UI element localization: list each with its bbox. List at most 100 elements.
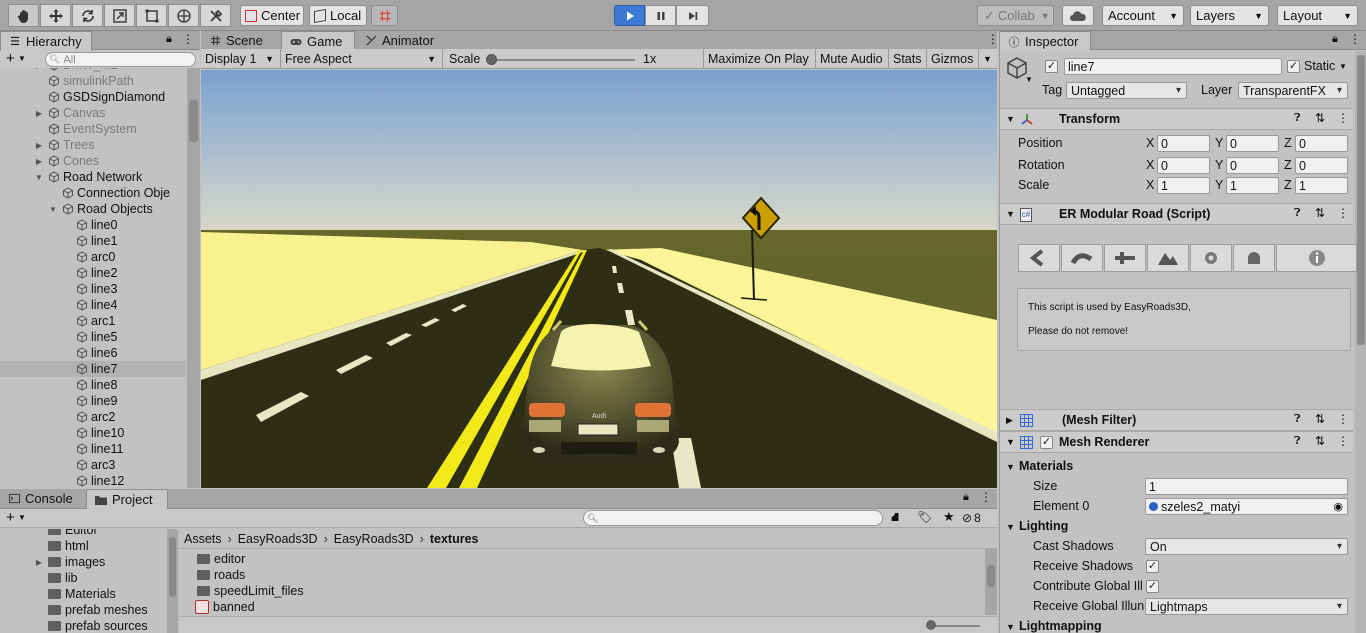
lock-icon[interactable]: 🔒︎ (963, 491, 969, 504)
layers-dropdown[interactable]: Layers ▼ (1190, 5, 1269, 26)
preset-sliders-icon[interactable]: ⇅ (1315, 434, 1325, 448)
lock-icon[interactable]: 🔒︎ (166, 33, 172, 46)
hierarchy-item[interactable]: line5 (0, 329, 186, 345)
project-file-item[interactable]: editor (197, 551, 245, 567)
game-viewport[interactable]: Audi (201, 70, 997, 488)
project-folder-item[interactable]: prefab meshes (48, 602, 148, 618)
scale-slider-thumb[interactable] (486, 54, 497, 65)
hierarchy-item[interactable]: line9 (0, 393, 186, 409)
project-folder-item[interactable]: ▶ images (36, 554, 105, 570)
hierarchy-item[interactable]: line3 (0, 281, 186, 297)
pause-button[interactable] (645, 5, 676, 26)
inspector-scrollbar[interactable] (1355, 51, 1366, 633)
position-x-field[interactable]: 0 (1157, 135, 1210, 152)
active-checkbox[interactable]: ✓ (1045, 60, 1058, 73)
tab-project[interactable]: Project (86, 489, 168, 509)
receive-gi-dropdown[interactable]: Lightmaps (1145, 598, 1348, 615)
add-icon[interactable]: + (6, 509, 15, 526)
kebab-menu-icon[interactable]: ⋮ (987, 32, 999, 46)
breadcrumb-item[interactable]: Assets (184, 532, 222, 546)
hierarchy-item[interactable]: line11 (0, 441, 186, 457)
lightmapping-foldout[interactable]: Lightmapping (1019, 619, 1102, 633)
stats-toggle[interactable]: Stats (889, 49, 927, 69)
hierarchy-item[interactable]: line4 (0, 297, 186, 313)
chevron-down-icon[interactable]: ▼ (34, 173, 44, 182)
project-search-input[interactable]: 🔍︎ (583, 510, 883, 526)
hierarchy-item[interactable]: line10 (0, 425, 186, 441)
scale-tool-icon[interactable] (104, 4, 135, 27)
chevron-down-icon[interactable]: ▼ (1339, 62, 1347, 71)
materials-foldout[interactable]: Materials (1019, 459, 1073, 473)
preset-sliders-icon[interactable]: ⇅ (1315, 206, 1325, 220)
hierarchy-item[interactable]: ▼ Road Objects (0, 201, 186, 217)
chevron-right-icon[interactable]: ▶ (34, 141, 44, 150)
rotate-tool-icon[interactable] (72, 4, 103, 27)
er-tool-build-button[interactable] (1233, 244, 1275, 272)
hierarchy-item[interactable]: arc3 (0, 457, 186, 473)
hierarchy-item[interactable]: GSDSignDiamond (0, 89, 186, 105)
project-file-item[interactable]: roads (197, 567, 245, 583)
chevron-right-icon[interactable]: ▶ (34, 558, 44, 567)
favorite-star-icon[interactable]: ★ (943, 509, 955, 525)
hierarchy-search-input[interactable]: 🔍︎ All (45, 52, 196, 67)
project-tree-scrollbar[interactable] (167, 529, 178, 633)
hierarchy-item[interactable]: Connection Obje (0, 185, 186, 201)
layout-dropdown[interactable]: Layout ▼ (1277, 5, 1358, 26)
scrollbar-thumb[interactable] (987, 565, 995, 587)
scale-z-field[interactable]: 1 (1295, 177, 1348, 194)
chevron-down-icon[interactable]: ▼ (1006, 462, 1015, 472)
icon-size-slider-thumb[interactable] (926, 620, 936, 630)
project-file-item[interactable]: speedLimit_files (197, 583, 304, 599)
project-folder-item[interactable]: prefab sources (48, 618, 148, 633)
help-icon[interactable]: ❓︎ (1294, 413, 1301, 426)
move-tool-icon[interactable] (40, 4, 71, 27)
layer-dropdown[interactable]: TransparentFX (1238, 82, 1348, 99)
lighting-foldout[interactable]: Lighting (1019, 519, 1068, 533)
cast-shadows-dropdown[interactable]: On (1145, 538, 1348, 555)
scrollbar-thumb[interactable] (189, 100, 198, 142)
hierarchy-item[interactable]: line0 (0, 217, 186, 233)
object-name-field[interactable]: line7 (1064, 58, 1282, 75)
er-tool-select-button[interactable] (1018, 244, 1060, 272)
filter-type-icon[interactable]: ⛘︎ (891, 510, 899, 526)
breadcrumb-item[interactable]: textures (430, 532, 479, 546)
snap-grid-icon[interactable] (371, 5, 398, 26)
icon-size-slider-track[interactable] (930, 625, 980, 627)
static-checkbox[interactable]: ✓ (1287, 60, 1300, 73)
lock-icon[interactable]: 🔒︎ (1332, 33, 1338, 46)
hierarchy-item[interactable]: line8 (0, 377, 186, 393)
er-tool-connection-button[interactable] (1104, 244, 1146, 272)
object-picker-icon[interactable]: ◉ (1333, 500, 1343, 513)
step-button[interactable] (676, 5, 709, 26)
mute-audio-toggle[interactable]: Mute Audio (816, 49, 889, 69)
breadcrumb-item[interactable]: EasyRoads3D (334, 532, 414, 546)
project-folder-item[interactable]: Materials (48, 586, 116, 602)
hand-tool-icon[interactable] (8, 4, 39, 27)
kebab-menu-icon[interactable]: ⋮ (980, 490, 992, 504)
preset-sliders-icon[interactable]: ⇅ (1315, 111, 1325, 125)
hierarchy-item[interactable]: line1 (0, 233, 186, 249)
cloud-button[interactable] (1062, 5, 1094, 26)
element0-object-field[interactable]: szeles2_matyi ◉ (1145, 498, 1348, 515)
display-dropdown[interactable]: Display 1 ▼ (201, 49, 281, 69)
hierarchy-item[interactable]: EventSystem (0, 121, 186, 137)
pivot-local-button[interactable]: Local (309, 5, 367, 26)
chevron-down-icon[interactable]: ▼ (48, 205, 58, 214)
hierarchy-item[interactable]: ▶ Trees (0, 137, 186, 153)
project-files-scrollbar[interactable] (985, 549, 997, 615)
position-z-field[interactable]: 0 (1295, 135, 1348, 152)
scale-slider-track[interactable] (487, 59, 635, 61)
help-icon[interactable]: ❓︎ (1294, 207, 1301, 220)
aspect-dropdown[interactable]: Free Aspect ▼ (281, 49, 443, 69)
hierarchy-item[interactable]: simulinkPath (0, 73, 186, 89)
tab-hierarchy[interactable]: ☰ Hierarchy (0, 31, 92, 51)
er-tool-settings-button[interactable] (1190, 244, 1232, 272)
er-tool-terrain-button[interactable] (1147, 244, 1189, 272)
transform-header[interactable]: ▼ Transform ❓︎ ⇅ ⋮ (1000, 108, 1353, 130)
pivot-center-button[interactable]: Center (240, 5, 304, 26)
hidden-packages-toggle[interactable]: ⊘︎ 8 (962, 509, 994, 527)
tag-dropdown[interactable]: Untagged (1066, 82, 1187, 99)
chevron-right-icon[interactable]: ▶ (34, 68, 44, 70)
project-folder-item[interactable]: Editor (48, 529, 98, 538)
kebab-menu-icon[interactable]: ⋮ (1337, 412, 1349, 426)
